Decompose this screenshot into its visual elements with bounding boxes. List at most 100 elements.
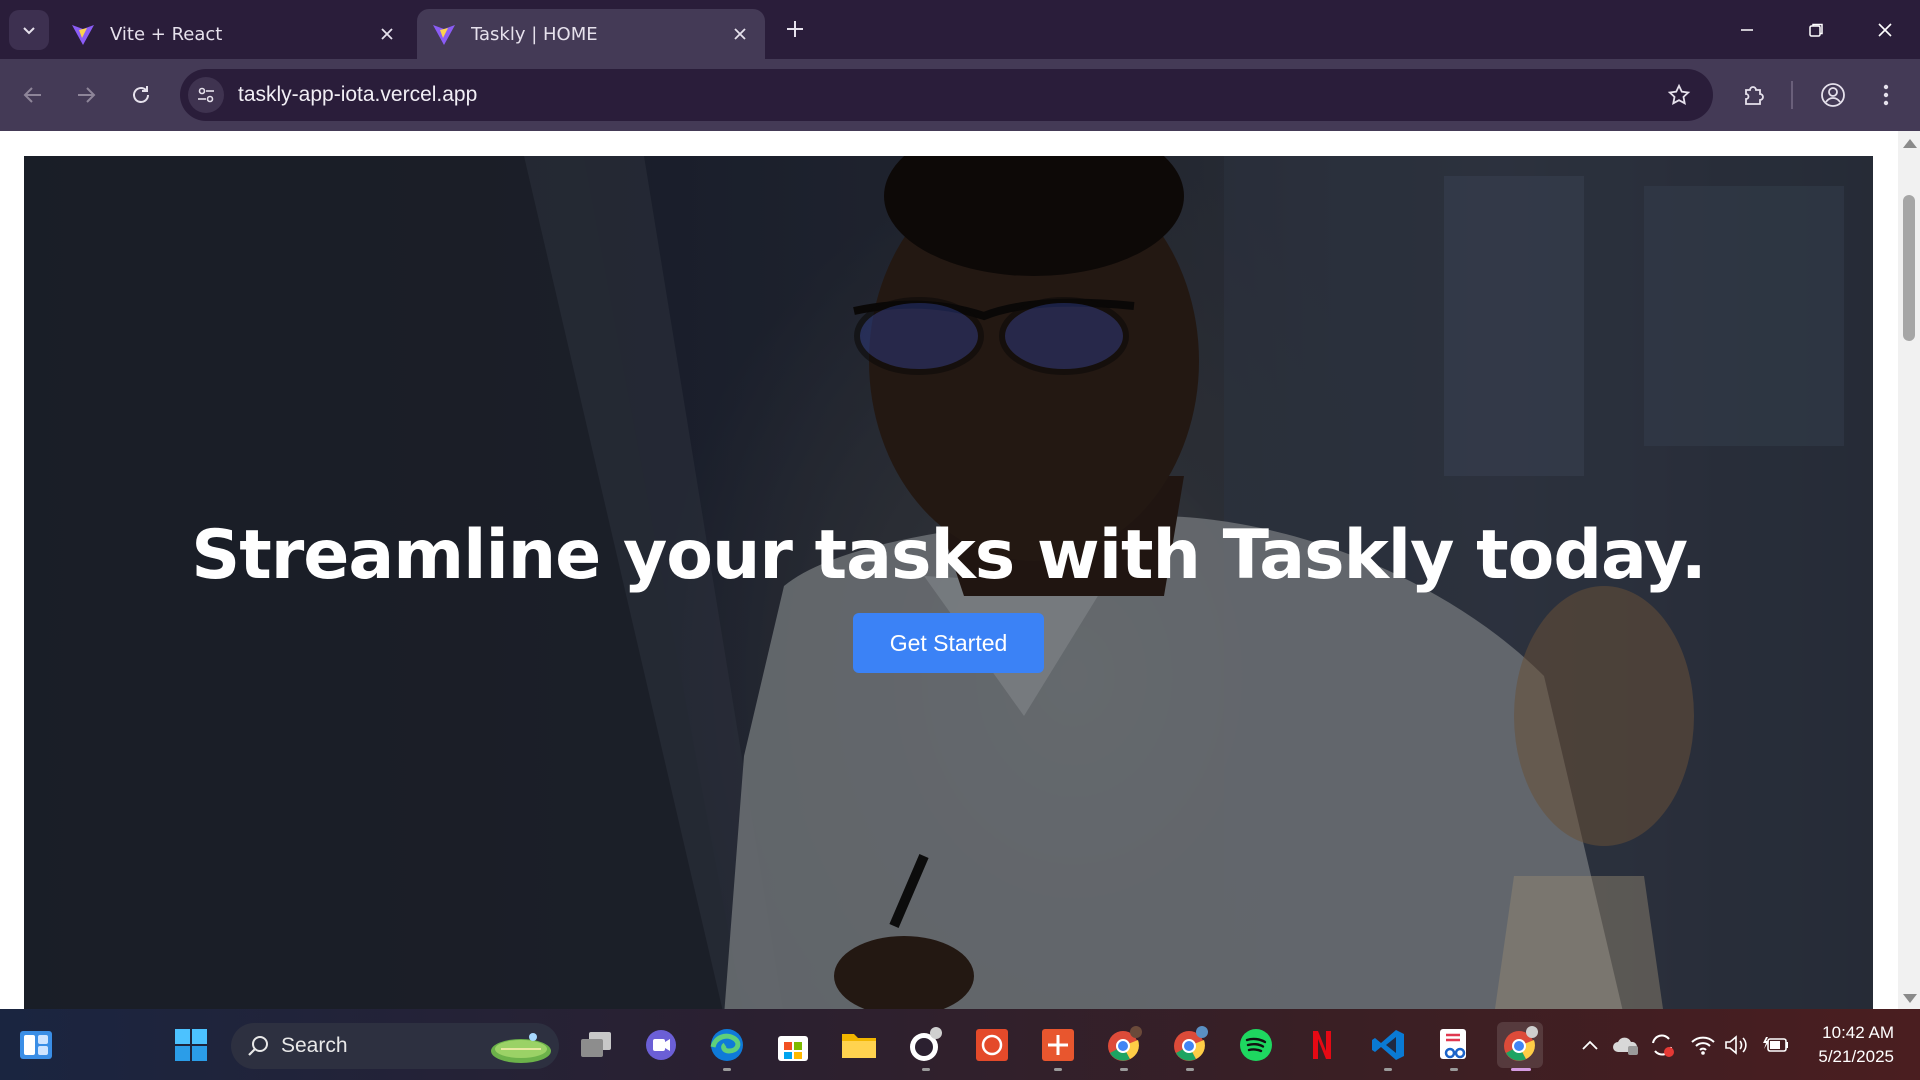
puzzle-icon: [1745, 86, 1764, 105]
tray-sync[interactable]: [1648, 1031, 1676, 1059]
tab-title: Taskly | HOME: [471, 23, 598, 45]
reload-icon: [133, 86, 149, 103]
chrome-icon: [1174, 1026, 1208, 1061]
taskbar-app-store[interactable]: [770, 1022, 816, 1068]
star-icon: [1667, 83, 1691, 105]
hero-title: Streamline your tasks with Taskly today.: [191, 516, 1706, 595]
github-icon: [910, 1027, 942, 1061]
app-red-2-icon: [1042, 1029, 1074, 1061]
running-indicator: [1511, 1068, 1531, 1071]
netflix-icon: [1313, 1031, 1331, 1059]
tray-battery[interactable]: [1762, 1031, 1790, 1059]
new-tab-button[interactable]: [780, 14, 810, 44]
volume-icon: [1725, 1035, 1747, 1055]
search-label: Search: [281, 1034, 348, 1057]
taskbar-app-edge[interactable]: [704, 1022, 750, 1071]
teams-meet-icon: [646, 1030, 676, 1060]
browser-tabstrip: Vite + React Taskly | HOME: [0, 0, 1920, 59]
windows-logo-icon: [175, 1029, 207, 1061]
taskbar-clock[interactable]: 10:42 AM 5/21/2025: [1802, 1021, 1894, 1069]
wifi-icon: [1691, 1036, 1715, 1055]
show-hidden-icons-button[interactable]: [1576, 1031, 1604, 1059]
battery-charging-icon: [1763, 1037, 1788, 1052]
search-icon: [248, 1036, 268, 1056]
scroll-up-arrow-icon[interactable]: [1903, 139, 1917, 148]
chevron-down-icon: [23, 27, 35, 35]
taskbar-app-red-2[interactable]: [1035, 1022, 1081, 1071]
forward-button[interactable]: [66, 75, 106, 115]
widgets-button[interactable]: [18, 1027, 54, 1063]
tab-close-icon[interactable]: [729, 23, 751, 45]
taskbar-app-file-explorer[interactable]: [836, 1022, 882, 1068]
scroll-thumb[interactable]: [1903, 195, 1915, 341]
taskbar-app-chrome-1[interactable]: [1101, 1022, 1147, 1071]
spotify-icon: [1240, 1029, 1272, 1061]
taskbar-app-teams[interactable]: [638, 1022, 684, 1068]
taskbar-search[interactable]: Search: [231, 1023, 559, 1069]
toolbar-divider: [1791, 81, 1793, 109]
tune-icon: [198, 87, 214, 103]
search-highlight-icon: [491, 1033, 551, 1063]
bookmark-button[interactable]: [1663, 79, 1695, 111]
extensions-button[interactable]: [1734, 75, 1774, 115]
running-indicator: [922, 1068, 930, 1071]
chrome-icon: [1108, 1026, 1142, 1061]
cloud-icon: [1613, 1037, 1638, 1055]
hero-section: Streamline your tasks with Taskly today.…: [24, 156, 1873, 1009]
taskbar-app-github[interactable]: [903, 1022, 949, 1071]
taskbar-app-netflix[interactable]: [1299, 1022, 1345, 1068]
tab-title: Vite + React: [110, 23, 223, 45]
taskbar-app-snipping-tool[interactable]: [1431, 1022, 1477, 1071]
widgets-icon: [20, 1031, 52, 1059]
taskbar-app-task-view[interactable]: [573, 1022, 619, 1068]
back-button[interactable]: [13, 75, 53, 115]
vite-favicon-icon: [72, 25, 94, 45]
snipping-tool-icon: [1440, 1029, 1466, 1059]
chevron-up-icon: [1582, 1040, 1598, 1050]
tab-close-icon[interactable]: [376, 23, 398, 45]
arrow-right-icon: [78, 87, 96, 103]
url-text[interactable]: taskly-app-iota.vercel.app: [238, 83, 477, 107]
taskbar-app-chrome-2[interactable]: [1167, 1022, 1213, 1071]
chrome-icon: [1504, 1026, 1538, 1061]
running-indicator: [723, 1068, 731, 1071]
running-indicator: [1054, 1068, 1062, 1071]
running-indicator: [1120, 1068, 1128, 1071]
taskbar-app-chrome-active[interactable]: [1497, 1022, 1543, 1071]
vscode-icon: [1372, 1030, 1404, 1060]
running-indicator: [1186, 1068, 1194, 1071]
minimize-button[interactable]: [1724, 10, 1770, 50]
tray-onedrive[interactable]: [1612, 1031, 1640, 1059]
site-info-button[interactable]: [188, 77, 224, 113]
scroll-down-arrow-icon[interactable]: [1903, 994, 1917, 1003]
microsoft-store-icon: [778, 1036, 808, 1061]
address-bar[interactable]: taskly-app-iota.vercel.app: [180, 69, 1713, 121]
clock-date: 5/21/2025: [1818, 1047, 1894, 1066]
reload-button[interactable]: [121, 75, 161, 115]
tab-search-button[interactable]: [9, 10, 49, 50]
restore-icon: [1809, 23, 1823, 37]
arrow-left-icon: [23, 87, 41, 103]
taskbar-app-red-1[interactable]: [969, 1022, 1015, 1068]
tab-vite-react[interactable]: Vite + React: [56, 9, 412, 59]
page-scrollbar[interactable]: [1898, 131, 1920, 1009]
more-vert-icon: [1883, 84, 1889, 106]
taskbar-app-vscode[interactable]: [1365, 1022, 1411, 1071]
tab-taskly-home[interactable]: Taskly | HOME: [417, 9, 765, 59]
vite-favicon-icon: [433, 25, 455, 45]
tray-wifi[interactable]: [1689, 1031, 1717, 1059]
start-button[interactable]: [168, 1022, 214, 1068]
tray-volume[interactable]: [1722, 1031, 1750, 1059]
taskbar-app-spotify[interactable]: [1233, 1022, 1279, 1068]
profile-button[interactable]: [1813, 75, 1853, 115]
edge-icon: [710, 1029, 743, 1061]
browser-menu-button[interactable]: [1866, 75, 1906, 115]
folder-icon: [842, 1034, 876, 1058]
get-started-button[interactable]: Get Started: [853, 613, 1044, 673]
app-red-1-icon: [976, 1029, 1008, 1061]
page-viewport: Streamline your tasks with Taskly today.…: [0, 131, 1920, 1009]
task-view-icon: [581, 1032, 611, 1057]
restore-button[interactable]: [1793, 10, 1839, 50]
clock-time: 10:42 AM: [1822, 1023, 1894, 1042]
close-window-button[interactable]: [1862, 10, 1908, 50]
